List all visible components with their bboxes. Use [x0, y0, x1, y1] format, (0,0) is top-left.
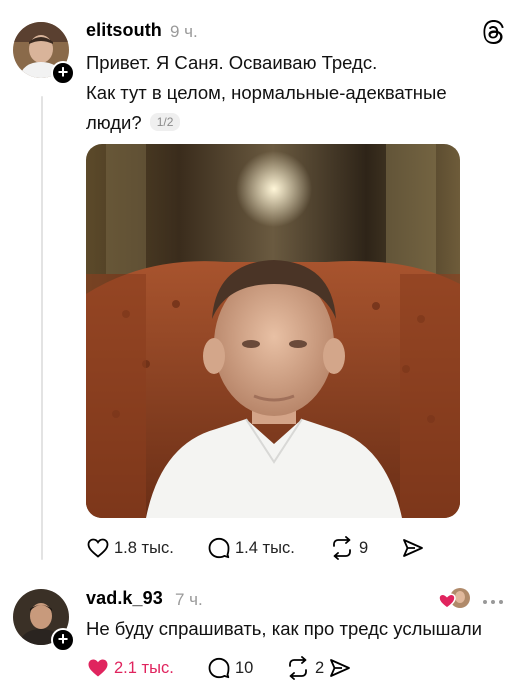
repost-button[interactable]: 9	[329, 536, 368, 560]
comment-count: 1.4 тыс.	[235, 538, 295, 557]
reply-like-button[interactable]: 2.1 тыс.	[86, 656, 174, 680]
comment-icon	[208, 537, 230, 559]
post-time: 9 ч.	[170, 22, 198, 41]
reply-repost-count: 2	[315, 658, 325, 677]
follow-plus-icon[interactable]: +	[51, 61, 75, 85]
comment-icon	[208, 657, 230, 679]
share-icon	[330, 659, 350, 677]
repost-icon	[333, 536, 351, 560]
post-text-line: Привет. Я Саня. Осваиваю Тредс.	[86, 52, 378, 73]
reply-time: 7 ч.	[175, 590, 203, 609]
reply-share-button[interactable]	[328, 656, 352, 680]
like-button[interactable]: 1.8 тыс.	[86, 536, 174, 560]
reply-repost-button[interactable]: 2	[285, 656, 324, 680]
heart-icon	[87, 538, 109, 558]
reply-comment-button[interactable]: 10	[207, 656, 253, 680]
like-count: 1.8 тыс.	[114, 538, 174, 557]
reply-comment-count: 10	[235, 658, 254, 677]
thread-connector-line	[41, 96, 43, 560]
reply-like-count: 2.1 тыс.	[114, 658, 174, 677]
repost-icon	[289, 656, 307, 680]
post-text: Привет. Я Саня. Осваиваю Тредс. Как тут …	[86, 48, 447, 138]
share-button[interactable]	[401, 536, 425, 560]
more-icon[interactable]	[482, 593, 504, 611]
threads-logo-icon[interactable]	[481, 20, 505, 49]
repost-count: 9	[359, 538, 369, 557]
reply-username[interactable]: vad.k_93	[86, 588, 163, 609]
post-text-line-end: люди?	[86, 112, 142, 133]
page-indicator-badge: 1/2	[149, 113, 181, 131]
post-text-line: Как тут в целом, нормальные-адекватные	[86, 82, 447, 103]
author-username[interactable]: elitsouth	[86, 20, 162, 41]
post-text-line: люди? 1/2	[86, 108, 447, 138]
comment-button[interactable]: 1.4 тыс.	[207, 536, 295, 560]
share-icon	[403, 539, 423, 557]
post-image[interactable]	[86, 144, 460, 518]
reply-text: Не буду спрашивать, как про тредс услыша…	[86, 618, 482, 639]
heart-filled-icon	[88, 659, 108, 677]
liked-by-author-indicator	[438, 587, 472, 616]
follow-plus-icon[interactable]: +	[51, 628, 75, 652]
